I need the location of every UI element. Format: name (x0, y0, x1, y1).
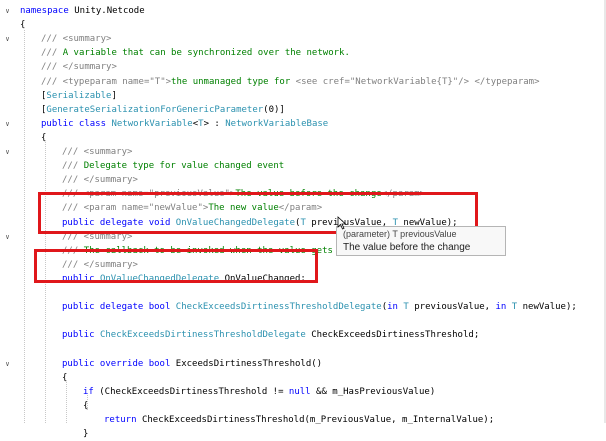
code-line[interactable]: [GenerateSerializationForGenericParamete… (41, 103, 285, 117)
code-token: previousValue, (408, 302, 496, 313)
indent-guide (24, 30, 25, 423)
code-token: { (20, 20, 26, 31)
fold-chevron-icon[interactable]: ∨ (3, 35, 12, 44)
code-line[interactable]: [Serializable] (41, 89, 117, 103)
code-token: newValue); (517, 302, 577, 313)
code-token: /// (62, 161, 84, 172)
code-token: Serializable (46, 90, 112, 101)
code-token: /// <typeparam name="T"> (41, 76, 172, 87)
code-line[interactable]: return CheckExceedsDirtinessThreshold(m_… (104, 413, 494, 427)
indent-guide (87, 395, 88, 410)
code-line[interactable]: /// <summary> (62, 145, 132, 159)
tooltip-description: The value before the change (343, 242, 471, 253)
code-token: if (83, 386, 100, 397)
code-token: /// (41, 48, 63, 59)
code-token: <see cref="NetworkVariable{T}"/> </typep… (295, 76, 540, 87)
code-token: in (387, 302, 404, 313)
code-token: CheckExceedsDirtinessThresholdDelegate (175, 302, 382, 313)
code-line[interactable]: /// <typeparam name="T">the unmanaged ty… (41, 75, 540, 89)
code-token: NetworkVariableBase (225, 118, 329, 129)
code-token: CheckExceedsDirtinessThreshold; (305, 330, 480, 341)
code-line[interactable]: /// </summary> (62, 173, 138, 187)
tooltip-signature: (parameter) T previousValue (343, 229, 457, 239)
code-token: /// </summary> (41, 62, 117, 73)
code-line[interactable]: public delegate bool CheckExceedsDirtine… (62, 300, 577, 314)
code-token: public class (41, 118, 112, 129)
code-token: } (83, 429, 89, 439)
code-line[interactable]: /// A variable that can be synchronized … (41, 46, 350, 60)
indent-guide (66, 380, 67, 423)
code-token: Delegate type for value changed event (83, 161, 285, 172)
code-token: public delegate bool (62, 302, 176, 313)
code-token: ExceedsDirtinessThreshold() (175, 358, 323, 369)
code-token: /// <summary> (62, 147, 133, 157)
code-token: in (495, 302, 512, 313)
quick-info-tooltip: (parameter) T previousValue The value be… (336, 226, 506, 256)
code-token: Unity.Netcode (68, 6, 145, 16)
code-line[interactable]: if (CheckExceedsDirtinessThreshold != nu… (83, 385, 435, 399)
code-line[interactable]: /// </summary> (41, 60, 117, 74)
code-token: public override bool (62, 358, 176, 369)
code-token: return (104, 414, 142, 425)
fold-chevron-icon[interactable]: ∨ (3, 360, 12, 369)
code-token: A variable that can be synchronized over… (62, 48, 350, 59)
code-line[interactable]: /// Delegate type for value changed even… (62, 159, 284, 173)
code-token: > : (203, 118, 226, 129)
code-line[interactable]: public override bool ExceedsDirtinessThr… (62, 357, 322, 371)
code-token: CheckExceedsDirtinessThresholdDelegate (99, 330, 306, 341)
code-token: public (62, 330, 100, 341)
code-token: (0)] (263, 104, 285, 115)
fold-chevron-icon[interactable]: ∨ (3, 233, 12, 242)
code-token: the unmanaged type for (171, 76, 296, 87)
fold-chevron-icon[interactable]: ∨ (3, 120, 12, 129)
code-token: /// </summary> (62, 175, 138, 186)
mouse-pointer-icon (337, 216, 347, 230)
code-token: CheckExceedsDirtinessThreshold(m_Previou… (141, 414, 495, 425)
code-token: && m_HasPreviousValue) (310, 386, 436, 397)
code-token: GenerateSerializationForGenericParameter (46, 104, 264, 115)
code-line[interactable]: /// <summary> (41, 32, 111, 46)
code-token: /// <summary> (41, 34, 112, 45)
code-token: null (288, 386, 311, 397)
code-line[interactable]: } (83, 427, 88, 441)
code-token: (CheckExceedsDirtinessThreshold != (99, 386, 289, 397)
code-line[interactable]: public CheckExceedsDirtinessThresholdDel… (62, 328, 479, 342)
highlight-box-onvaluechanged-field (34, 249, 318, 283)
code-line[interactable]: public class NetworkVariable<T> : Networ… (41, 117, 328, 131)
code-token: namespace (20, 6, 69, 16)
fold-chevron-icon[interactable]: ∨ (3, 7, 12, 16)
fold-chevron-icon[interactable]: ∨ (3, 148, 12, 157)
code-line[interactable]: namespace Unity.Netcode (20, 4, 145, 18)
code-token: NetworkVariable (111, 118, 193, 129)
code-token: ] (111, 90, 117, 101)
